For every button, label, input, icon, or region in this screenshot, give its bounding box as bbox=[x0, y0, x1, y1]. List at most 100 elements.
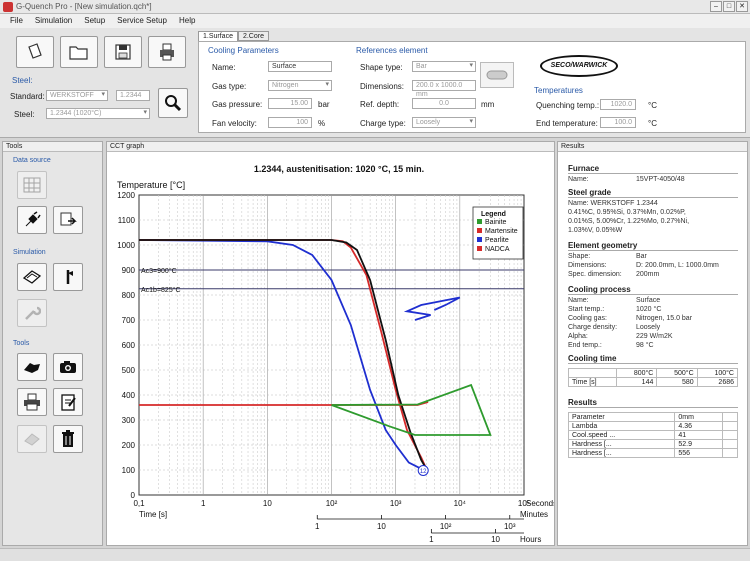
print-report-button[interactable] bbox=[17, 388, 47, 416]
charge-type-value: Loosely bbox=[416, 119, 441, 126]
snapshot-button[interactable] bbox=[53, 353, 83, 381]
maximize-button[interactable]: □ bbox=[723, 1, 735, 12]
element-geometry-heading: Element geometry bbox=[568, 241, 738, 251]
steel-composition-3: 1.03%V, 0.05%W bbox=[568, 227, 623, 234]
y-tick-label: 600 bbox=[122, 341, 136, 350]
dimensions-field[interactable]: 200.0 x 1000.0 mm bbox=[412, 80, 476, 98]
ref-depth-value: 0.0 bbox=[439, 100, 449, 107]
proc-name-value: Surface bbox=[636, 297, 661, 304]
connect-button[interactable] bbox=[17, 206, 47, 234]
data-grid-button[interactable] bbox=[17, 171, 47, 199]
name-input[interactable]: Surface bbox=[268, 61, 332, 72]
status-bar bbox=[0, 548, 750, 561]
steel-section-label: Steel: bbox=[12, 76, 33, 85]
end-temp-input[interactable]: 100.0 bbox=[600, 117, 636, 128]
steel-grade-heading: Steel grade bbox=[568, 188, 738, 198]
quench-temp-input[interactable]: 1020.0 bbox=[600, 99, 636, 110]
ref-depth-input[interactable]: 0.0 bbox=[412, 98, 476, 109]
fan-velocity-input[interactable]: 100 bbox=[268, 117, 312, 128]
close-button[interactable]: ✕ bbox=[736, 1, 748, 12]
quench-icon bbox=[22, 270, 42, 284]
legend-title: Legend bbox=[481, 211, 506, 218]
tools-pane-title: Tools bbox=[3, 142, 102, 152]
proc-end-label: End temp.: bbox=[568, 342, 602, 349]
table-cell: 500°C bbox=[656, 368, 698, 378]
menu-bar: File Simulation Setup Service Setup Help bbox=[0, 14, 750, 28]
steel-number-field[interactable]: 1.2344 bbox=[116, 90, 150, 101]
save-button[interactable] bbox=[104, 36, 142, 68]
table-cell: 0mm bbox=[674, 412, 724, 422]
proc-name-label: Name: bbox=[568, 297, 589, 304]
menu-file[interactable]: File bbox=[10, 14, 23, 28]
standard-select[interactable]: WERKSTOFF bbox=[46, 90, 108, 101]
gas-pressure-input[interactable]: 15.00 bbox=[268, 98, 312, 109]
table-row: Hardness [... 52.9 bbox=[567, 439, 738, 449]
window-title: G-Quench Pro - [New simulation.qch*] bbox=[16, 2, 152, 11]
steel-label: Steel: bbox=[14, 110, 35, 119]
geom-shape-value: Bar bbox=[636, 253, 647, 260]
cct-chart[interactable]: 1.2344, austenitisation: 1020 °C, 15 min… bbox=[107, 152, 554, 545]
print-button[interactable] bbox=[148, 36, 186, 68]
shape-type-select[interactable]: Bar bbox=[412, 61, 476, 72]
results-pane-title: Results bbox=[558, 142, 747, 152]
clipboard-icon bbox=[61, 394, 76, 411]
steel-composition-2: 0.01%S, 5.00%Cr, 1.22%Mo, 0.27%Ni, bbox=[568, 218, 690, 225]
report-button[interactable] bbox=[53, 388, 83, 416]
legend-swatch bbox=[477, 219, 482, 224]
tab-surface[interactable]: 1.Surface bbox=[198, 31, 238, 41]
table-cell: 4.36 bbox=[674, 421, 724, 431]
x-tick-label: 1 bbox=[201, 499, 206, 508]
proc-start-label: Start temp.: bbox=[568, 306, 605, 313]
export-button[interactable] bbox=[53, 206, 83, 234]
export-icon bbox=[60, 212, 77, 226]
tab-core[interactable]: 2.Core bbox=[237, 31, 269, 41]
legend-swatch bbox=[477, 246, 482, 251]
furnace-name-label: Name: bbox=[568, 176, 589, 183]
search-steel-button[interactable] bbox=[158, 88, 188, 118]
steel-grade-name: Name: WERKSTOFF 1.2344 bbox=[568, 200, 658, 207]
menu-setup[interactable]: Setup bbox=[84, 14, 105, 28]
menu-service-setup[interactable]: Service Setup bbox=[117, 14, 167, 28]
save-icon bbox=[115, 44, 131, 60]
eraser-button[interactable] bbox=[17, 425, 47, 453]
open-button[interactable] bbox=[60, 36, 98, 68]
table-cell: Time [s] bbox=[567, 377, 618, 387]
tools-section-label: Tools bbox=[13, 340, 30, 347]
hand-tool-button[interactable] bbox=[17, 353, 47, 381]
y-tick-label: 400 bbox=[122, 391, 136, 400]
trash-icon bbox=[62, 430, 74, 447]
gas-pressure-label: Gas pressure: bbox=[212, 100, 263, 109]
steel-number-value: 1.2344 bbox=[120, 92, 142, 99]
new-document-button[interactable] bbox=[16, 36, 54, 68]
steel-select[interactable]: 1.2344 (1020°C) bbox=[46, 108, 150, 119]
y-tick-label: 700 bbox=[122, 316, 136, 325]
furnace-name-value: 15VPT-4050/48 bbox=[636, 176, 685, 183]
results-pane: Results Furnace Name: 15VPT-4050/48 Stee… bbox=[557, 141, 748, 546]
table-cell: 2686 bbox=[696, 377, 739, 387]
x-tick-label: 10³ bbox=[390, 499, 402, 508]
y-tick-label: 500 bbox=[122, 366, 136, 375]
cct-graph-pane: CCT graph 1.2344, austenitisation: 1020 … bbox=[106, 141, 555, 546]
end-unit: °C bbox=[648, 119, 657, 128]
table-cell: Cool.speed ... bbox=[567, 430, 676, 440]
quench-simulation-button[interactable] bbox=[17, 263, 47, 291]
gas-type-select[interactable]: Nitrogen bbox=[268, 80, 332, 91]
proc-charge-label: Charge density: bbox=[568, 324, 618, 331]
table-row: Lambda 4.36 bbox=[567, 421, 738, 431]
charge-type-select[interactable]: Loosely bbox=[412, 117, 476, 128]
delete-button[interactable] bbox=[53, 425, 83, 453]
pressure-unit: bar bbox=[318, 100, 330, 109]
menu-help[interactable]: Help bbox=[179, 14, 195, 28]
minutes-tick-label: 1 bbox=[315, 522, 320, 531]
quench-temp-label: Quenching temp.: bbox=[536, 101, 600, 110]
steel-composition-1: 0.41%C, 0.95%Si, 0.37%Mn, 0.02%P, bbox=[568, 209, 686, 216]
geom-spec-value: 200mm bbox=[636, 271, 660, 278]
fan-velocity-value: 100 bbox=[296, 119, 308, 126]
gas-type-label: Gas type: bbox=[212, 82, 247, 91]
menu-simulation[interactable]: Simulation bbox=[35, 14, 72, 28]
table-cell: Hardness [... bbox=[567, 448, 676, 458]
tool-simulation-button[interactable] bbox=[53, 263, 83, 291]
minimize-button[interactable]: – bbox=[710, 1, 722, 12]
table-cell bbox=[567, 368, 618, 378]
wrench-button[interactable] bbox=[17, 299, 47, 327]
